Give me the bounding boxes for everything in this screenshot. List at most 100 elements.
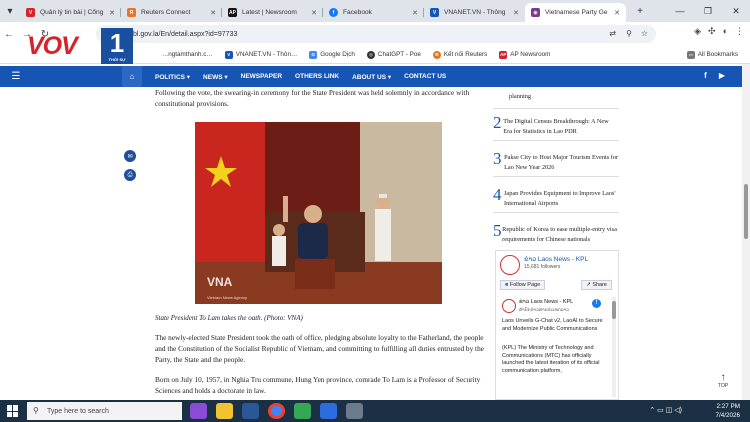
nav-others-link[interactable]: OTHERS LINK — [295, 73, 339, 80]
bookmark-item[interactable]: AP AP Newsroom — [499, 50, 551, 59]
bookmark-item[interactable]: …ngtamthanh.c… — [162, 51, 213, 58]
logo-number: 1 — [109, 28, 125, 58]
site-navigation: ☰ ⌂ POLITICS ▾ NEWS ▾ NEWSPAPER OTHERS L… — [0, 66, 742, 87]
google-translate-icon: G — [309, 50, 318, 59]
vov1-logo[interactable]: VOV 1 THỜI SỰ — [27, 26, 137, 64]
close-window-icon[interactable]: ✕ — [722, 0, 750, 22]
vna-watermark-sub: Vietnam News Agency — [207, 295, 247, 300]
facebook-icon[interactable]: f — [704, 71, 707, 80]
translate-icon[interactable]: ⇄ — [609, 29, 616, 38]
copilot-icon[interactable] — [190, 403, 207, 419]
tab-title: VNANET.VN - Thông — [444, 9, 506, 16]
folder-icon: ▭ — [686, 50, 695, 59]
rail-item-number: 5 — [493, 221, 502, 240]
browser-tab[interactable]: AP Latest | Newsroom ✕ — [222, 3, 323, 22]
fb-page-name[interactable]: ຂ່າວ Laos News - KPL — [524, 255, 588, 263]
maximize-icon[interactable]: ❐ — [694, 0, 722, 22]
taskbar-clock[interactable]: 2:27 PM 7/4/2026 — [715, 402, 740, 420]
rail-item[interactable]: 5 Republic of Korea to ease multiple-entr… — [493, 221, 619, 247]
chatgpt-icon: ◎ — [366, 50, 375, 59]
app-icon[interactable] — [294, 403, 311, 419]
kpl-avatar[interactable] — [500, 255, 520, 275]
article-photo[interactable]: VNA Vietnam News Agency — [195, 122, 442, 304]
tab-title: Quản lý tin bài | Cổng — [40, 9, 104, 16]
bookmark-item[interactable]: V VNANET.VN - Thôn… — [224, 50, 297, 59]
logo-subtitle: THỜI SỰ — [108, 57, 126, 62]
tray-icons[interactable]: ⌃ ▭ ◫ ◁) — [649, 406, 682, 414]
all-bookmarks[interactable]: ▭ All Bookmarks — [686, 50, 738, 59]
bookmark-label: ChatGPT - Poe — [377, 51, 421, 58]
url-text: …bl.gov.la/En/detail.aspx?id=97733 — [126, 30, 238, 38]
logo-wordmark: VOV — [27, 32, 78, 60]
rail-item[interactable]: 2 The Digital Census Breakthrough: A New … — [493, 113, 619, 141]
rail-item[interactable]: 3 Pakse City to Host Major Tourism Events… — [493, 149, 619, 177]
post-page-name[interactable]: ຂ່າວ Laos News - KPL — [519, 299, 573, 305]
hamburger-menu-icon[interactable]: ☰ — [0, 71, 32, 82]
email-share-icon[interactable]: ✉ — [124, 150, 136, 162]
post-title: Laos Unveils G-Chat v2, LaoAI to Secure … — [502, 318, 603, 332]
back-icon[interactable]: ← — [0, 29, 18, 40]
close-tab-icon[interactable]: ✕ — [513, 9, 519, 17]
page-content: ✉ ⎙ Following the vote, the swearing-in … — [0, 87, 742, 400]
address-bar[interactable]: ⚙ …bl.gov.la/En/detail.aspx?id=97733 ⇄ ⚲… — [96, 25, 656, 43]
back-to-top[interactable]: ↑ TOP — [718, 372, 728, 389]
minimize-icon[interactable]: — — [666, 0, 694, 22]
extension-icon[interactable]: ◈ — [694, 26, 701, 37]
close-tab-icon[interactable]: ✕ — [109, 9, 115, 17]
browser-tab[interactable]: R Reuters Connect ✕ — [121, 3, 222, 22]
rail-item[interactable]: 4 Japan Provides Equipment to Improve Lao… — [493, 185, 619, 213]
app-icon[interactable] — [346, 403, 363, 419]
bookmark-label: AP Newsroom — [510, 51, 551, 58]
tab-favicon: V — [26, 8, 35, 17]
rail-item-number: 4 — [493, 185, 502, 204]
tab-title: Facebook — [343, 9, 372, 16]
home-icon[interactable]: ⌂ — [122, 66, 142, 87]
close-tab-icon[interactable]: ✕ — [412, 9, 418, 17]
close-tab-icon[interactable]: ✕ — [311, 9, 317, 17]
windows-start-icon[interactable] — [7, 405, 19, 417]
close-tab-icon[interactable]: ✕ — [210, 9, 216, 17]
bookmark-item[interactable]: G Google Dịch — [309, 50, 355, 59]
browser-tab[interactable]: V Quản lý tin bài | Cổng ✕ — [20, 3, 121, 22]
bookmark-label: Kết nối Reuters — [443, 51, 488, 58]
tab-favicon: R — [127, 8, 136, 17]
file-explorer-icon[interactable] — [216, 403, 233, 419]
taskbar-search[interactable]: ⚲ Type here to search — [27, 402, 182, 420]
nav-news[interactable]: NEWS ▾ — [203, 73, 228, 81]
widget-scrollbar[interactable] — [612, 297, 616, 397]
nav-newspaper[interactable]: NEWSPAPER — [241, 73, 282, 80]
fb-icon: ■ — [505, 282, 509, 288]
browser-tab[interactable]: V VNANET.VN - Thông ✕ — [424, 3, 525, 22]
bookmark-item[interactable]: R Kết nối Reuters — [432, 50, 488, 59]
browser-tab-strip: ▾ V Quản lý tin bài | Cổng ✕ R Reuters Conn… — [0, 0, 750, 22]
browser-tab-active[interactable]: ◉ Vietnamese Party Ge ✕ — [525, 3, 626, 22]
nav-contact-us[interactable]: CONTACT US — [404, 73, 446, 80]
nav-about-us[interactable]: ABOUT US ▾ — [352, 73, 391, 81]
taskbar-search-placeholder: Type here to search — [47, 407, 109, 415]
menu-icon[interactable]: ⋮ — [735, 26, 744, 37]
zoom-icon[interactable]: ⚲ — [626, 29, 632, 38]
follow-page-button[interactable]: ■ Follow Page — [500, 280, 546, 290]
profile-icon[interactable]: ◐ — [723, 26, 728, 37]
close-tab-icon[interactable]: ✕ — [614, 9, 620, 17]
print-icon[interactable]: ⎙ — [124, 169, 136, 181]
windows-taskbar: ⚲ Type here to search ⌃ ▭ ◫ ◁) 2:27 PM 7/4… — [0, 400, 750, 422]
word-icon[interactable] — [242, 403, 259, 419]
share-button[interactable]: ↗ Share — [581, 280, 612, 290]
reuters-icon: R — [432, 50, 441, 59]
tab-title: Latest | Newsroom — [242, 9, 297, 16]
rail-item[interactable]: planning — [493, 87, 619, 109]
page-scrollbar[interactable] — [742, 64, 750, 400]
vna-watermark: VNA — [207, 275, 233, 289]
browser-actions: ◈ ✣ ◐ ⋮ — [694, 26, 744, 37]
browser-tab[interactable]: f Facebook ✕ — [323, 3, 424, 22]
youtube-icon[interactable]: ▶ — [719, 71, 725, 80]
app-icon[interactable] — [320, 403, 337, 419]
puzzle-icon[interactable]: ✣ — [708, 26, 716, 37]
bookmark-item[interactable]: ◎ ChatGPT - Poe — [366, 50, 421, 59]
bookmark-star-icon[interactable]: ☆ — [641, 29, 648, 38]
new-tab-button[interactable]: + — [630, 0, 650, 22]
chrome-icon[interactable] — [268, 403, 285, 419]
tab-search-icon[interactable]: ▾ — [0, 0, 20, 22]
nav-politics[interactable]: POLITICS ▾ — [155, 73, 190, 81]
